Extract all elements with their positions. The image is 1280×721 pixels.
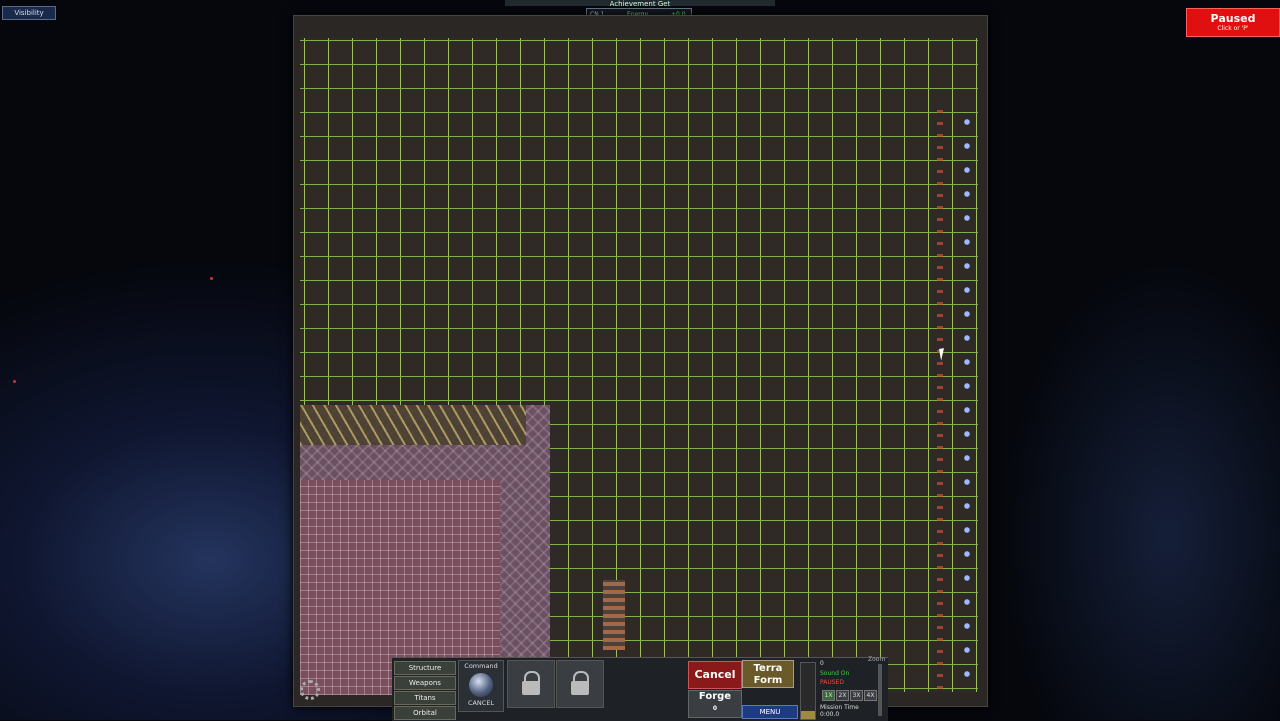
command-label: Command: [464, 662, 498, 670]
paused-status: PAUSED: [820, 679, 844, 686]
sound-toggle[interactable]: Sound On: [820, 670, 849, 677]
terraform-line1: Terra: [753, 663, 783, 674]
mission-time-label: Mission Time: [820, 704, 859, 711]
speed-4x-button[interactable]: 4X: [864, 690, 877, 701]
cancel-button[interactable]: Cancel: [688, 661, 742, 689]
resource-slider[interactable]: [800, 662, 816, 720]
zoom-label: Zoom: [868, 656, 886, 663]
tab-orbital[interactable]: Orbital: [394, 706, 456, 720]
red-star: [210, 277, 213, 280]
forge-count: 0: [712, 705, 718, 712]
unit-column[interactable]: [603, 580, 625, 650]
menu-button[interactable]: MENU: [742, 705, 798, 719]
locked-slot-2[interactable]: [556, 660, 604, 708]
locked-slot-1[interactable]: [507, 660, 555, 708]
creeper-trail: [937, 110, 943, 690]
forge-label: Forge: [698, 691, 732, 702]
mission-time-value: 0:00.0: [820, 711, 840, 718]
forge-button[interactable]: Forge 0: [688, 690, 742, 718]
gear-icon[interactable]: [300, 680, 320, 700]
nebula-background: [1000, 260, 1280, 720]
terraform-line2: Form: [753, 675, 783, 686]
paused-button[interactable]: Paused Click or 'P': [1186, 8, 1280, 37]
command-button[interactable]: Command CANCEL: [458, 660, 504, 712]
command-orb-icon: [469, 673, 493, 697]
zoom-slider[interactable]: [878, 664, 882, 716]
terraform-button[interactable]: Terra Form: [742, 660, 794, 688]
mouse-cursor-icon: [939, 347, 951, 361]
paused-hint: Click or 'P': [1217, 25, 1249, 32]
speed-1x-button[interactable]: 1X: [822, 690, 835, 701]
achievement-title: Achievement Get: [609, 0, 671, 8]
base-collector-row: [300, 405, 526, 445]
speed-3x-button[interactable]: 3X: [850, 690, 863, 701]
speed-controls: 1X 2X 3X 4X: [822, 690, 877, 701]
tab-structure[interactable]: Structure: [394, 661, 456, 675]
status-counter: 0: [820, 660, 824, 667]
command-cancel-label: CANCEL: [467, 699, 495, 707]
red-star: [13, 380, 16, 383]
tab-titans[interactable]: Titans: [394, 691, 456, 705]
paused-title: Paused: [1210, 12, 1256, 25]
visibility-button[interactable]: Visibility: [2, 6, 56, 20]
speed-2x-button[interactable]: 2X: [836, 690, 849, 701]
slider-fill: [801, 710, 815, 719]
emitter-column: [962, 110, 972, 690]
tab-weapons[interactable]: Weapons: [394, 676, 456, 690]
